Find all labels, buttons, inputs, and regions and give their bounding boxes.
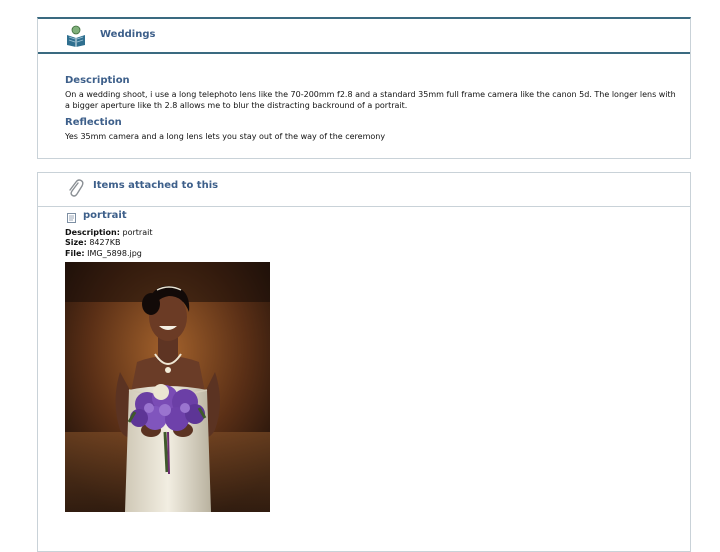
reflection-text: Yes 35mm camera and a long lens lets you… bbox=[65, 132, 386, 141]
attachment-description-row: Description: portrait bbox=[65, 228, 152, 238]
paperclip-icon bbox=[69, 179, 84, 197]
description-text: On a wedding shoot, i use a long telepho… bbox=[65, 90, 676, 110]
reflection-heading: Reflection bbox=[65, 117, 122, 128]
attachments-header: Items attached to this bbox=[38, 173, 690, 207]
attachment-description-label: Description: bbox=[65, 228, 120, 237]
attachment-photo[interactable] bbox=[65, 262, 270, 512]
attachment-file-label: File: bbox=[65, 249, 85, 258]
attachments-panel: Items attached to this portrait Descript… bbox=[37, 172, 691, 552]
attachment-size-row: Size: 8427KB bbox=[65, 238, 120, 248]
attachment-size-value: 8427KB bbox=[89, 238, 121, 247]
attachment-link[interactable]: portrait bbox=[83, 210, 127, 221]
attachments-title: Items attached to this bbox=[93, 180, 219, 191]
entry-panel: Weddings Description On a wedding shoot,… bbox=[37, 17, 691, 159]
attachment-file-row: File: IMG_5898.jpg bbox=[65, 249, 142, 259]
entry-header: Weddings bbox=[38, 19, 690, 54]
description-heading: Description bbox=[65, 75, 130, 86]
file-icon bbox=[67, 213, 76, 223]
attachment-file-value: IMG_5898.jpg bbox=[87, 249, 142, 258]
attachment-description-value: portrait bbox=[122, 228, 153, 237]
entry-title: Weddings bbox=[100, 29, 156, 40]
book-reader-icon bbox=[67, 25, 85, 47]
attachment-size-label: Size: bbox=[65, 238, 87, 247]
